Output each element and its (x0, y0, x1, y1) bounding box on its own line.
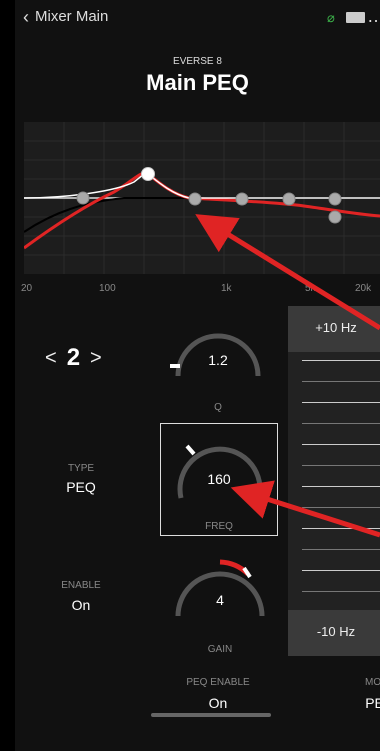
annotation-arrow-freq (230, 480, 380, 538)
annotation-arrow-eq-node (195, 214, 380, 331)
screen: ‹ Mixer Main ⌀ … EVERSE 8 Main PEQ (15, 0, 380, 751)
annotation-arrows (195, 214, 380, 538)
